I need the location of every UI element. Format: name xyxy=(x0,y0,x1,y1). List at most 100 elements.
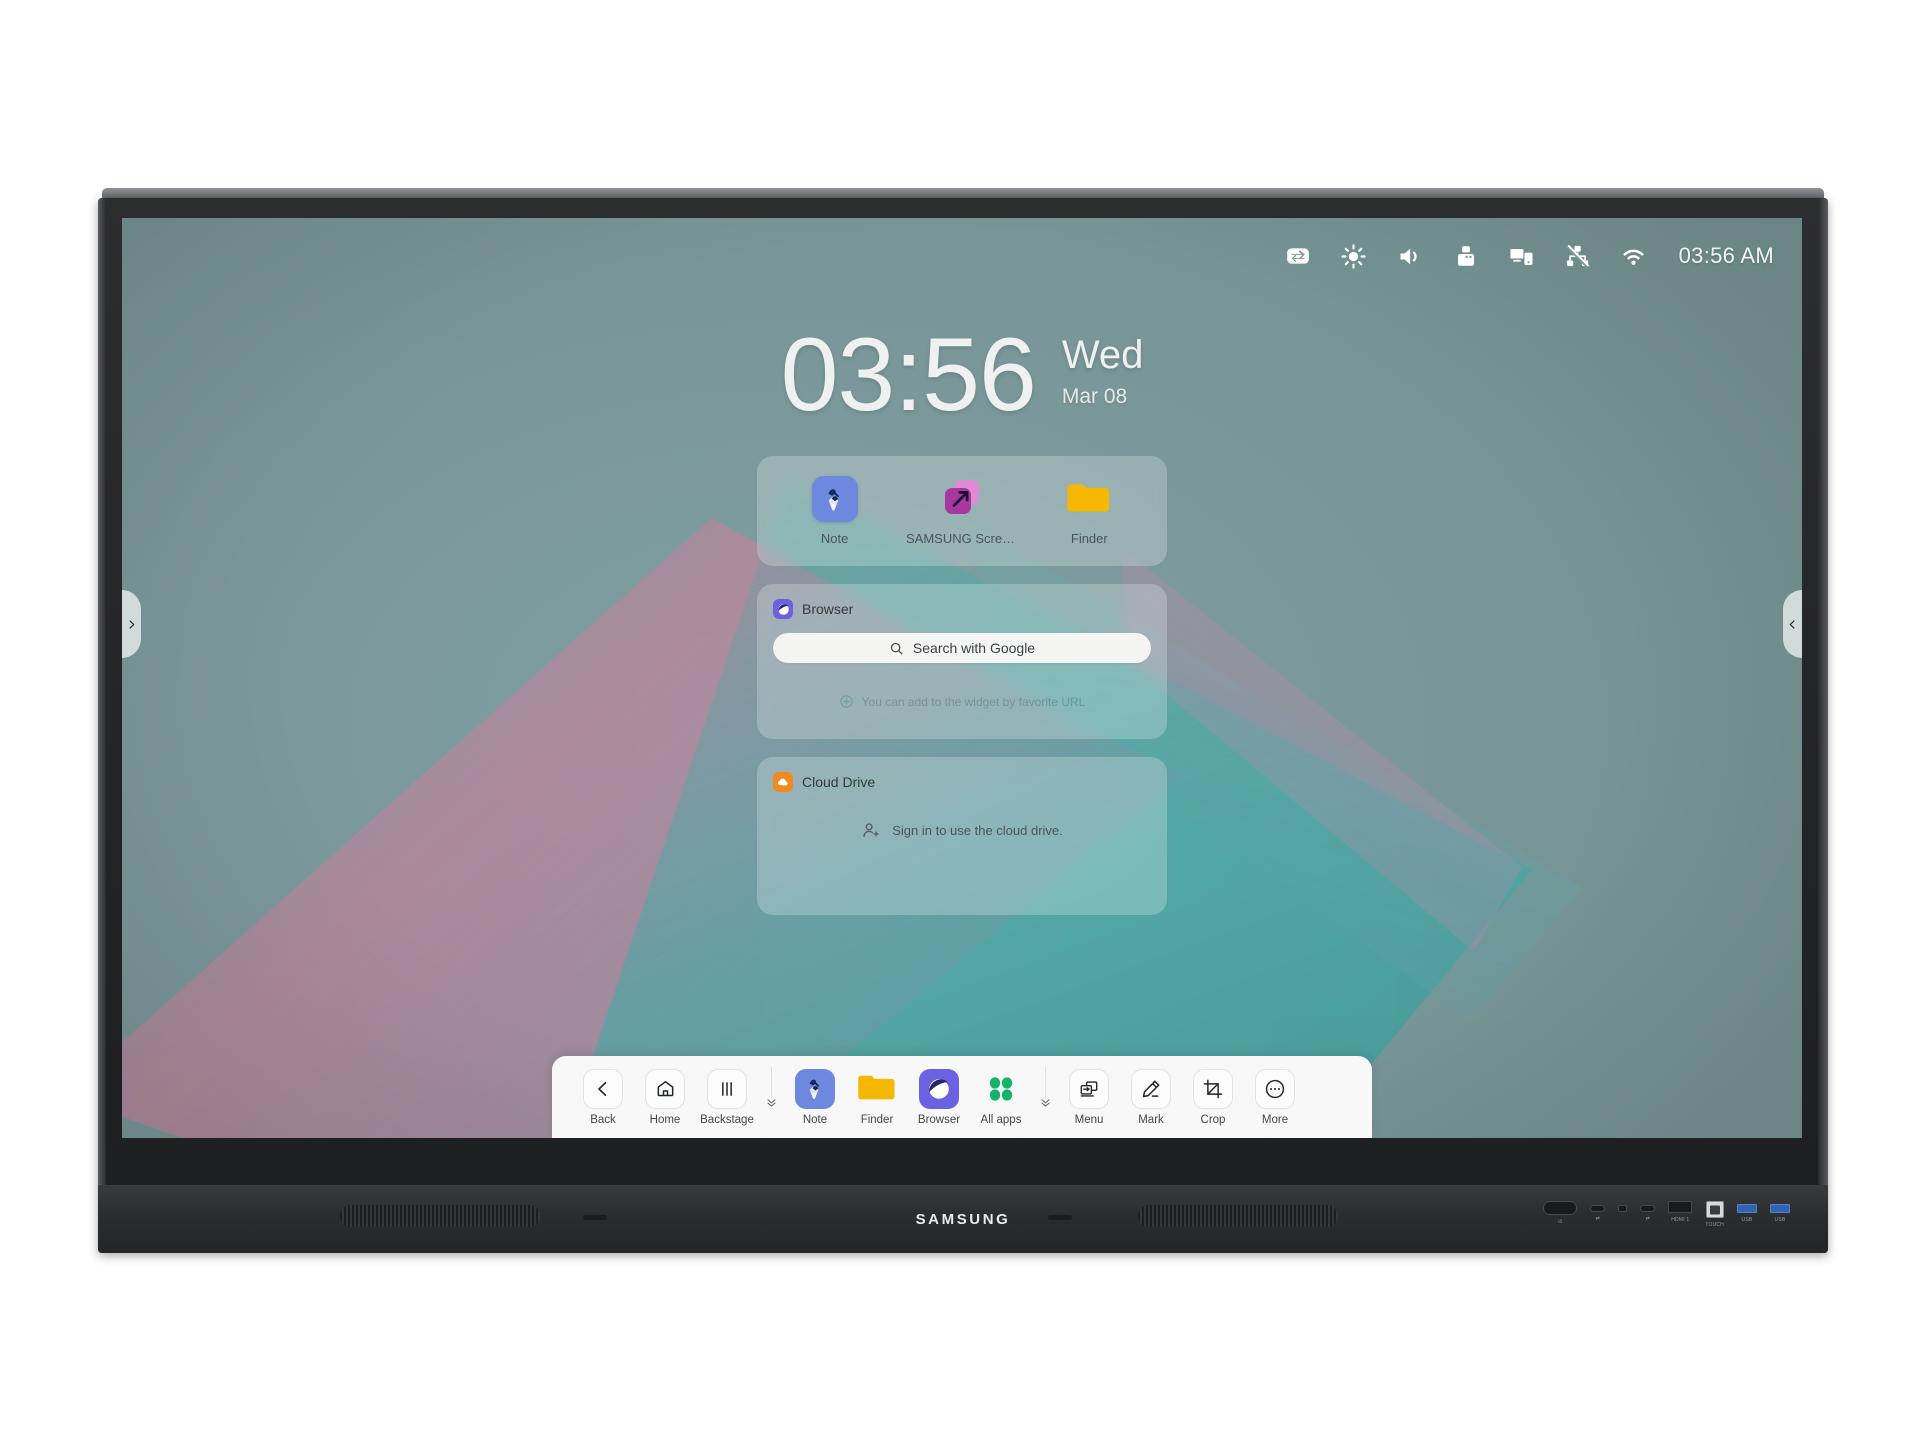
browser-add-url-hint[interactable]: You can add to the widget by favorite UR… xyxy=(773,694,1151,709)
finder-folder-icon xyxy=(857,1069,897,1109)
clock-day: Wed xyxy=(1061,333,1144,377)
taskbar-label: More xyxy=(1261,1113,1289,1126)
menu-windows-icon xyxy=(1069,1068,1109,1109)
taskbar-mark-button[interactable]: Mark xyxy=(1120,1068,1182,1126)
shortcut-finder[interactable]: Finder xyxy=(1030,476,1148,546)
taskbar-app-browser[interactable]: Browser xyxy=(908,1068,970,1126)
browser-hint-text: You can add to the widget by favorite UR… xyxy=(861,694,1086,709)
touch-port[interactable]: TOUCH xyxy=(1705,1201,1724,1228)
device-chin: SAMSUNG ⏻ ⇄ ⇄ HDMI 1 TOUCH USB USB xyxy=(98,1185,1828,1253)
bezel-left-edge xyxy=(98,198,106,1253)
shortcut-label: Finder xyxy=(1070,531,1108,546)
back-chevron-icon xyxy=(583,1068,623,1109)
home-icon xyxy=(645,1068,685,1109)
taskbar-collapse-left[interactable] xyxy=(758,1067,784,1125)
search-icon xyxy=(890,642,903,655)
pen-mark-icon xyxy=(1131,1068,1171,1109)
taskbar-app-note[interactable]: Note xyxy=(784,1068,846,1126)
taskbar-label: Back xyxy=(590,1113,616,1126)
taskbar-back-button[interactable]: Back xyxy=(572,1068,634,1126)
taskbar-label: All apps xyxy=(980,1113,1022,1126)
cloud-widget-header: Cloud Drive xyxy=(773,771,1151,793)
cloud-drive-icon xyxy=(773,772,793,792)
usb-device-icon[interactable] xyxy=(1451,241,1481,271)
left-edge-handle[interactable] xyxy=(122,590,141,658)
shortcut-note[interactable]: Note xyxy=(776,476,894,546)
wifi-icon[interactable] xyxy=(1619,241,1649,271)
speaker-grille-right xyxy=(1138,1205,1338,1227)
taskbar-label: Mark xyxy=(1138,1113,1164,1126)
search-placeholder: Search with Google xyxy=(912,640,1036,656)
port-panel: ⏻ ⇄ ⇄ HDMI 1 TOUCH USB USB xyxy=(1543,1201,1790,1228)
aux-port[interactable] xyxy=(1618,1201,1628,1216)
taskbar-crop-button[interactable]: Crop xyxy=(1182,1068,1244,1126)
widget-column: Note SAMSUNG Screen… Finder Browser Sear… xyxy=(757,456,1167,915)
usb-c-port-2[interactable]: ⇄ xyxy=(1640,1201,1656,1222)
taskbar-collapse-right[interactable] xyxy=(1032,1067,1058,1125)
taskbar-backstage-button[interactable]: Backstage xyxy=(696,1068,758,1126)
shortcut-samsung-screen[interactable]: SAMSUNG Screen… xyxy=(903,476,1021,546)
input-source-icon[interactable] xyxy=(1283,241,1313,271)
cloud-widget-title: Cloud Drive xyxy=(802,774,876,790)
taskbar-label: Crop xyxy=(1200,1113,1226,1126)
browser-widget-title: Browser xyxy=(802,601,854,617)
taskbar-label: Note xyxy=(802,1113,828,1126)
taskbar-app-finder[interactable]: Finder xyxy=(846,1069,908,1126)
samsung-screen-icon xyxy=(939,476,985,522)
right-edge-handle[interactable] xyxy=(1783,590,1802,658)
browser-icon xyxy=(773,599,793,619)
taskbar-label: Finder xyxy=(860,1113,894,1126)
taskbar-label: Backstage xyxy=(700,1113,754,1126)
hdmi-port[interactable]: HDMI 1 xyxy=(1668,1201,1693,1223)
port-label: ⇄ xyxy=(1645,1216,1650,1222)
screen-share-icon[interactable] xyxy=(1507,241,1537,271)
port-label: ⇄ xyxy=(1595,1216,1600,1222)
clock-widget[interactable]: 03:56 Wed Mar 08 xyxy=(122,323,1802,427)
search-input[interactable]: Search with Google xyxy=(773,633,1151,663)
finder-folder-icon xyxy=(1066,476,1112,522)
clock-date: Mar 08 xyxy=(1061,385,1128,408)
add-person-icon xyxy=(863,823,879,838)
browser-widget-header: Browser xyxy=(773,598,1151,620)
cloud-drive-widget: Cloud Drive Sign in to use the cloud dri… xyxy=(757,757,1167,915)
port-label: USB xyxy=(1741,1217,1753,1223)
brightness-icon[interactable] xyxy=(1339,241,1369,271)
power-button[interactable]: ⏻ xyxy=(1543,1201,1578,1225)
port-label: ⏻ xyxy=(1558,1219,1563,1225)
chevron-right-icon xyxy=(129,619,135,629)
interactive-display-device: 03:56 AM 03:56 Wed Mar 08 Note SAMSUNG S… xyxy=(98,188,1828,1253)
taskbar-all-apps[interactable]: All apps xyxy=(970,1069,1032,1126)
port-label: HDMI 1 xyxy=(1671,1217,1690,1223)
display-screen: 03:56 AM 03:56 Wed Mar 08 Note SAMSUNG S… xyxy=(122,218,1802,1138)
double-chevron-down-icon xyxy=(766,1099,776,1107)
app-shortcuts-panel: Note SAMSUNG Screen… Finder xyxy=(757,456,1167,566)
port-label: TOUCH xyxy=(1705,1222,1724,1228)
taskbar-more-button[interactable]: More xyxy=(1244,1068,1306,1126)
taskbar-label: Home xyxy=(649,1113,681,1126)
bezel-right-edge xyxy=(1818,198,1828,1253)
plus-circle-icon xyxy=(839,695,853,708)
note-icon xyxy=(811,476,858,522)
volume-icon[interactable] xyxy=(1395,241,1425,271)
samsung-logo: SAMSUNG xyxy=(915,1211,1011,1228)
double-chevron-down-icon xyxy=(1040,1099,1050,1107)
browser-widget: Browser Search with Google You can add t… xyxy=(757,584,1167,739)
taskbar-home-button[interactable]: Home xyxy=(634,1068,696,1126)
network-disconnected-icon[interactable] xyxy=(1563,241,1593,271)
chevron-left-icon xyxy=(1789,619,1795,629)
backstage-bars-icon xyxy=(707,1068,747,1109)
usb-port-1[interactable]: USB xyxy=(1737,1201,1757,1223)
usb-port-2[interactable]: USB xyxy=(1770,1201,1790,1223)
taskbar-label: Menu xyxy=(1074,1113,1104,1126)
status-bar: 03:56 AM xyxy=(1283,234,1774,278)
status-bar-time: 03:56 AM xyxy=(1678,243,1774,268)
taskbar-menu-button[interactable]: Menu xyxy=(1058,1068,1120,1126)
browser-icon xyxy=(919,1068,959,1109)
clock-time: 03:56 xyxy=(780,317,1037,433)
usb-c-port[interactable]: ⇄ xyxy=(1590,1201,1606,1222)
cloud-signin-prompt[interactable]: Sign in to use the cloud drive. xyxy=(757,821,1167,840)
crop-icon xyxy=(1193,1068,1233,1109)
note-icon xyxy=(795,1068,835,1109)
microphone-slot-left xyxy=(583,1215,607,1220)
all-apps-grid-icon xyxy=(981,1069,1021,1109)
